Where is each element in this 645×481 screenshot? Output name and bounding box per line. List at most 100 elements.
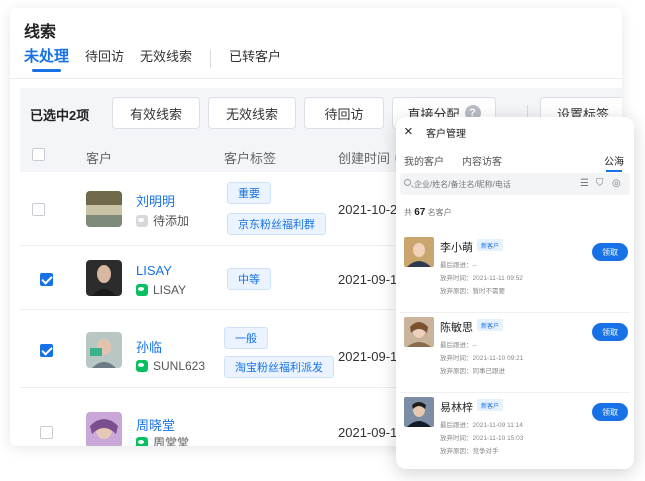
customer-name[interactable]: 周晓堂 (136, 415, 175, 434)
customer-wechat-label: 周堂堂 (153, 436, 190, 446)
created-date: 2021-09-14 (338, 425, 405, 440)
header-created-label: 创建时间 (338, 151, 391, 166)
row-checkbox[interactable] (32, 203, 45, 216)
tab-my-customers[interactable]: 我的客户 (404, 153, 444, 168)
customer-wechat: 周堂堂 (136, 434, 189, 446)
abandon-reason-value: 暂时不需要 (472, 288, 506, 295)
filter-icon[interactable]: ⛉ (596, 178, 604, 189)
customer-name[interactable]: 刘明明 (136, 191, 175, 210)
wechat-icon (136, 436, 148, 446)
header-tags: 客户标签 (224, 151, 277, 166)
last-follow-label: 最后跟进： (440, 342, 473, 349)
selected-count: 已选中2项 (30, 108, 90, 123)
customer-wechat: SUNL623 (136, 359, 205, 373)
last-follow-value: 2021-11-09 11:14 (472, 422, 523, 429)
new-customer-badge: 新客户 (477, 399, 504, 411)
customer-name[interactable]: 易林梓 (440, 399, 473, 415)
last-follow: 最后跟进：-- (440, 259, 477, 269)
avatar (86, 260, 122, 296)
abandon-reason-label: 放弃原因： (440, 288, 473, 295)
search-icon (404, 179, 411, 186)
new-customer-badge: 新客户 (477, 239, 504, 251)
wechat-icon (136, 214, 148, 227)
mark-invalid-button[interactable]: 无效线索 (208, 97, 296, 129)
wechat-icon (136, 360, 148, 372)
abandon-reason-label: 放弃原因： (440, 448, 473, 455)
customer-wechat-label: LISAY (153, 283, 187, 297)
panel-title: 客户管理 (426, 129, 466, 140)
abandon-time: 放弃时间：2021-11-10 09:21 (440, 352, 523, 362)
settings-icon[interactable]: ◎ (612, 178, 621, 189)
avatar (86, 412, 122, 446)
customer-card[interactable]: 陈敏思 新客户 最后跟进：-- 放弃时间：2021-11-10 09:21 放弃… (400, 315, 630, 393)
avatar (86, 332, 122, 368)
claim-button[interactable]: 领取 (592, 323, 628, 341)
customer-wechat-label: 待添加 (153, 214, 190, 228)
tab-divider (210, 50, 212, 68)
page-title: 线索 (24, 24, 57, 41)
status-tabs: 未处理 待回访 无效线索 已转客户 (24, 48, 297, 72)
last-follow-value: -- (472, 342, 477, 349)
avatar (404, 397, 434, 427)
row-checkbox[interactable] (40, 273, 53, 286)
abandon-time: 放弃时间：2021-11-10 15:03 (440, 432, 523, 442)
tag-badge: 重要 (227, 182, 271, 204)
claim-button[interactable]: 领取 (592, 403, 628, 421)
last-follow: 最后跟进：-- (440, 339, 477, 349)
tag-badge: 中等 (227, 268, 271, 290)
customer-card[interactable]: 李小萌 新客户 最后跟进：-- 放弃时间：2021-11-11 09:52 放弃… (400, 235, 630, 313)
close-icon[interactable]: × (404, 123, 413, 140)
tab-unprocessed[interactable]: 未处理 (24, 48, 69, 72)
tag-badge: 淘宝粉丝福利派发 (224, 356, 334, 378)
new-customer-badge: 新客户 (477, 319, 504, 331)
search-input[interactable] (414, 176, 564, 192)
avatar (86, 191, 122, 227)
count-value: 67 (414, 207, 426, 218)
abandon-time-label: 放弃时间： (440, 275, 473, 282)
count-suffix: 名客户 (427, 208, 452, 217)
abandon-reason-label: 放弃原因： (440, 368, 473, 375)
tag-badge: 京东粉丝福利群 (227, 213, 326, 235)
sort-icon[interactable]: ☰ (580, 178, 589, 189)
customer-wechat-label: SUNL623 (153, 359, 206, 373)
last-follow-value: -- (472, 262, 477, 269)
created-date: 2021-09-14 (338, 272, 405, 287)
abandon-time: 放弃时间：2021-11-11 09:52 (440, 272, 523, 282)
claim-button[interactable]: 领取 (592, 243, 628, 261)
last-follow: 最后跟进：2021-11-09 11:14 (440, 419, 523, 429)
customer-card[interactable]: 易林梓 新客户 最后跟进：2021-11-09 11:14 放弃时间：2021-… (400, 395, 630, 469)
header-customer: 客户 (86, 151, 113, 166)
customer-name[interactable]: 孙临 (136, 337, 162, 356)
abandon-time-label: 放弃时间： (440, 435, 473, 442)
mark-valid-button[interactable]: 有效线索 (112, 97, 200, 129)
abandon-time-value: 2021-11-11 09:52 (472, 275, 523, 282)
tab-content-visitors[interactable]: 内容访客 (462, 153, 502, 168)
customer-name[interactable]: 陈敏思 (440, 319, 473, 335)
tabs-underline (10, 78, 622, 79)
customer-name[interactable]: LISAY (136, 263, 172, 278)
tab-invalid[interactable]: 无效线索 (140, 48, 192, 72)
customer-name[interactable]: 李小萌 (440, 239, 473, 255)
mark-revisit-button[interactable]: 待回访 (304, 97, 384, 129)
customer-management-panel: × 客户管理 我的客户 内容访客 公海 ☰ ⛉ ◎ 共 67 名客户 李小萌 新… (396, 117, 634, 469)
abandon-reason-value: 同事已跟进 (472, 368, 506, 375)
avatar (404, 317, 434, 347)
tag-badge: 一般 (224, 327, 268, 349)
customer-count: 共 67 名客户 (404, 207, 452, 218)
abandon-time-value: 2021-11-10 09:21 (472, 355, 524, 362)
tab-revisit[interactable]: 待回访 (85, 48, 124, 72)
tab-converted[interactable]: 已转客户 (229, 48, 281, 72)
last-follow-label: 最后跟进： (440, 262, 473, 269)
customer-wechat: LISAY (136, 283, 186, 297)
count-prefix: 共 (404, 208, 412, 217)
abandon-reason: 放弃原因：暂时不需要 (440, 285, 505, 295)
row-checkbox[interactable] (40, 426, 53, 439)
row-checkbox[interactable] (40, 344, 53, 357)
abandon-reason: 放弃原因：同事已跟进 (440, 365, 505, 375)
tab-public-pool[interactable]: 公海 (604, 153, 624, 172)
abandon-reason-value: 竞争对手 (472, 448, 499, 455)
select-all-checkbox[interactable] (32, 148, 45, 161)
abandon-reason: 放弃原因：竞争对手 (440, 445, 499, 455)
last-follow-label: 最后跟进： (440, 422, 473, 429)
created-date: 2021-09-14 (338, 349, 405, 364)
